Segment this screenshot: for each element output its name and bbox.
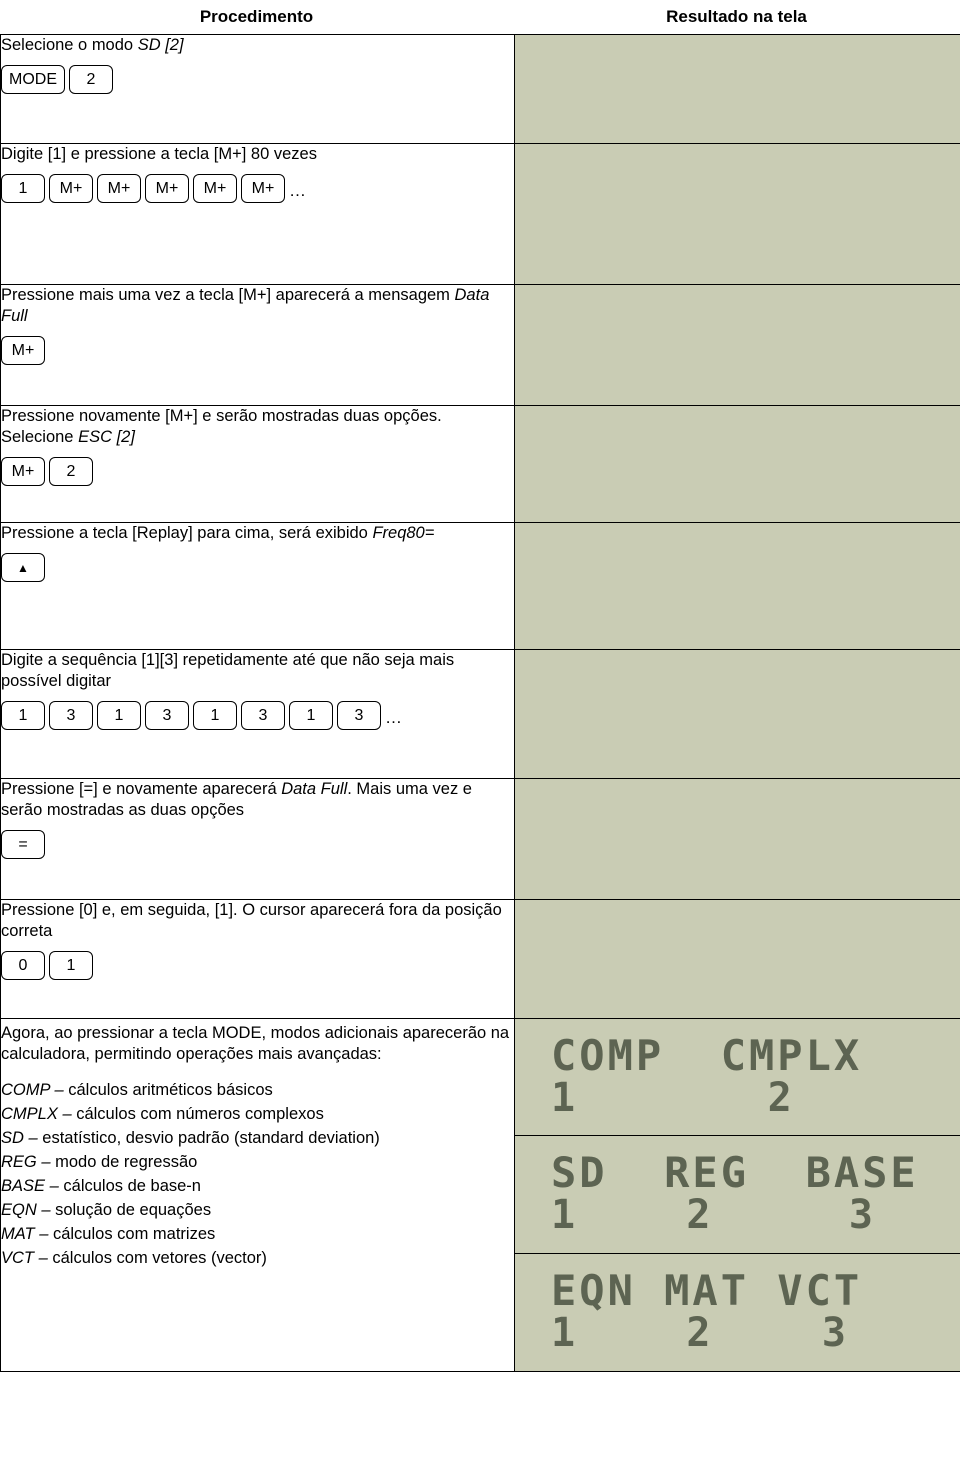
- step-description: Selecione o modo SD [2]: [1, 36, 184, 54]
- display-line-1: EQN MAT VCT: [551, 1265, 863, 1315]
- key-sequence: 0 1: [1, 951, 514, 981]
- table-row: Agora, ao pressionar a tecla MODE, modos…: [0, 1018, 960, 1372]
- key-3[interactable]: 3: [241, 701, 285, 731]
- calculator-display: EQN MAT VCT 1 2 3: [515, 1254, 960, 1371]
- key-2[interactable]: 2: [49, 457, 93, 487]
- key-sequence: MODE 2: [1, 65, 514, 95]
- screen-cell-mode-extra: COMP CMPLX 1 2 SD REG BASE 1 2 3 EQN MAT…: [514, 1018, 960, 1372]
- step-description: Digite [1] e pressione a tecla [M+] 80 v…: [1, 145, 317, 163]
- header-procedimento: Procedimento: [199, 7, 314, 26]
- key-mplus[interactable]: M+: [97, 174, 141, 204]
- document-page: Procedimento Resultado na tela Selecione…: [0, 0, 960, 1483]
- calculator-display-group: COMP CMPLX 1 2 SD REG BASE 1 2 3 EQN MAT…: [515, 1019, 960, 1371]
- procedure-cell-data-full: Pressione mais uma vez a tecla [M+] apar…: [0, 284, 515, 406]
- table-header: Procedimento Resultado na tela: [0, 0, 960, 34]
- key-sequence: M+: [1, 336, 514, 366]
- step-description: Pressione novamente [M+] e serão mostrad…: [1, 407, 442, 447]
- table-row: Pressione mais uma vez a tecla [M+] apar…: [0, 284, 960, 406]
- table-row: Pressione [=] e novamente aparecerá Data…: [0, 778, 960, 900]
- key-1[interactable]: 1: [289, 701, 333, 731]
- key-replay-up[interactable]: ▲: [1, 553, 45, 583]
- key-mplus[interactable]: M+: [1, 336, 45, 366]
- key-sequence: ▲: [1, 553, 514, 583]
- legend-item: VCT – cálculos com vetores (vector): [1, 1248, 267, 1267]
- table-row: Pressione [0] e, em seguida, [1]. O curs…: [0, 899, 960, 1019]
- key-sequence: 1 3 1 3 1 3 1 3 …: [1, 701, 514, 731]
- legend-item: REG – modo de regressão: [1, 1152, 198, 1171]
- table-row: Digite [1] e pressione a tecla [M+] 80 v…: [0, 143, 960, 285]
- key-sequence: 1 M+ M+ M+ M+ M+ …: [1, 174, 514, 204]
- step-description: Pressione [0] e, em seguida, [1]. O curs…: [1, 901, 502, 941]
- calculator-display: SD REG BASE 1 2 3: [515, 1136, 960, 1254]
- legend-item: SD – estatístico, desvio padrão (standar…: [1, 1129, 380, 1148]
- procedure-table: Selecione o modo SD [2] MODE 2 COMP SD R…: [0, 34, 960, 1372]
- step-description: Agora, ao pressionar a tecla MODE, modos…: [1, 1024, 510, 1064]
- procedure-cell-zero-one: Pressione [0] e, em seguida, [1]. O curs…: [0, 899, 515, 1019]
- screen-cell-edit-off: EditOFF ESC 1 2: [514, 405, 960, 523]
- display-line-2: 1 2: [551, 1075, 795, 1121]
- key-2[interactable]: 2: [69, 65, 113, 95]
- procedure-cell-freq80: Pressione a tecla [Replay] para cima, se…: [0, 522, 515, 650]
- table-row: Pressione novamente [M+] e serão mostrad…: [0, 405, 960, 523]
- legend-item: BASE – cálculos de base-n: [1, 1176, 201, 1195]
- procedure-cell-mode-sd: Selecione o modo SD [2] MODE 2: [0, 34, 515, 144]
- screen-cell-equals: EditOFF ESC 1 2: [514, 778, 960, 900]
- display-line-2: 1 2 3: [551, 1309, 849, 1356]
- calculator-display: COMP CMPLX 1 2: [515, 1019, 960, 1137]
- legend-item: MAT – cálculos com matrizes: [1, 1224, 216, 1243]
- screen-cell-zero-one: SD D 1 --- 0.: [514, 899, 960, 1019]
- table-row: Digite a sequência [1][3] repetidamente …: [0, 649, 960, 779]
- display-line-2: 1 2 3: [551, 1192, 876, 1239]
- legend-item: COMP – cálculos aritméticos básicos: [1, 1081, 273, 1100]
- key-3[interactable]: 3: [49, 701, 93, 731]
- key-1[interactable]: 1: [49, 951, 93, 981]
- legend-item: EQN – solução de equações: [1, 1200, 212, 1219]
- display-line-1: SD REG BASE: [551, 1148, 919, 1198]
- key-mplus[interactable]: M+: [145, 174, 189, 204]
- step-description: Pressione a tecla [Replay] para cima, se…: [1, 524, 435, 542]
- key-mplus[interactable]: M+: [49, 174, 93, 204]
- key-mplus[interactable]: M+: [1, 457, 45, 487]
- key-sequence: =: [1, 830, 514, 860]
- key-mplus[interactable]: M+: [241, 174, 285, 204]
- key-3[interactable]: 3: [145, 701, 189, 731]
- header-resultado: Resultado na tela: [666, 7, 807, 26]
- step-description: Pressione [=] e novamente aparecerá Data…: [1, 780, 472, 820]
- mode-legend-list: COMP – cálculos aritméticos básicos CMPL…: [1, 1079, 514, 1270]
- screen-cell-freq80: SD D Freq80= ▲ 1.: [514, 522, 960, 650]
- key-ellipsis: …: [385, 708, 403, 728]
- screen-cell-mode-sd: COMP SD REG 1 2 3: [514, 34, 960, 144]
- table-row: Selecione o modo SD [2] MODE 2 COMP SD R…: [0, 34, 960, 144]
- procedure-cell-digit-80: Digite [1] e pressione a tecla [M+] 80 v…: [0, 143, 515, 285]
- key-1[interactable]: 1: [97, 701, 141, 731]
- procedure-cell-sequence-13: Digite a sequência [1][3] repetidamente …: [0, 649, 515, 779]
- key-1[interactable]: 1: [1, 174, 45, 204]
- table-row: Pressione a tecla [Replay] para cima, se…: [0, 522, 960, 650]
- screen-cell-digit-80: SD D n= 80.: [514, 143, 960, 285]
- procedure-cell-edit-off: Pressione novamente [M+] e serão mostrad…: [0, 405, 515, 523]
- procedure-cell-mode-extra: Agora, ao pressionar a tecla MODE, modos…: [0, 1018, 515, 1372]
- screen-cell-data-full: Data Full: [514, 284, 960, 406]
- step-description: Pressione mais uma vez a tecla [M+] apar…: [1, 286, 490, 326]
- key-0[interactable]: 0: [1, 951, 45, 981]
- key-mode[interactable]: MODE: [1, 65, 65, 95]
- key-mplus[interactable]: M+: [193, 174, 237, 204]
- key-equals[interactable]: =: [1, 830, 45, 860]
- screen-cell-sequence-13: SD D ← 13131313131 █ 1.: [514, 649, 960, 779]
- legend-item: CMPLX – cálculos com números complexos: [1, 1105, 324, 1124]
- key-3[interactable]: 3: [337, 701, 381, 731]
- key-1[interactable]: 1: [1, 701, 45, 731]
- key-1[interactable]: 1: [193, 701, 237, 731]
- key-sequence: M+ 2: [1, 457, 514, 487]
- procedure-cell-equals: Pressione [=] e novamente aparecerá Data…: [0, 778, 515, 900]
- step-description: Digite a sequência [1][3] repetidamente …: [1, 651, 455, 691]
- display-line-1: COMP CMPLX: [551, 1031, 863, 1080]
- key-ellipsis: …: [289, 181, 307, 201]
